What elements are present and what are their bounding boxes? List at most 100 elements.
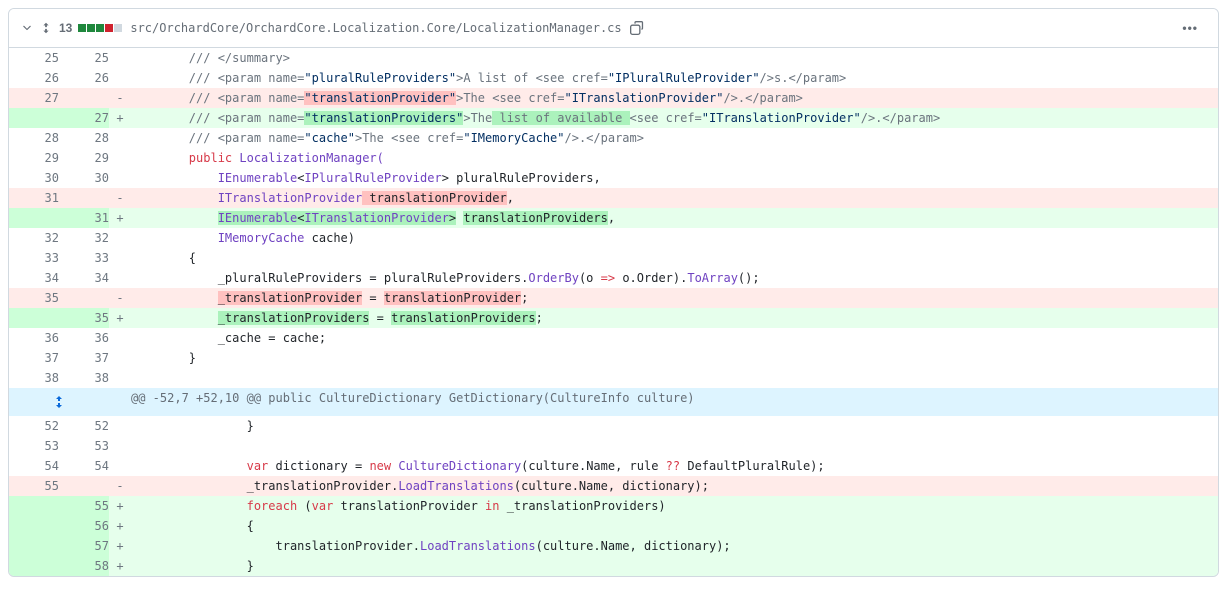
added-line: 31 + IEnumerable<ITranslationProvider> t… xyxy=(9,208,1218,228)
file-header: 13 src/OrchardCore/OrchardCore.Localizat… xyxy=(9,9,1218,48)
old-line-number xyxy=(9,496,59,516)
code-cell: /// <param name="pluralRuleProviders">A … xyxy=(131,68,1218,88)
new-line-number[interactable]: 34 xyxy=(59,268,109,288)
new-line-number[interactable]: 53 xyxy=(59,436,109,456)
new-line-number[interactable]: 27 xyxy=(59,108,109,128)
new-line-number[interactable]: 52 xyxy=(59,416,109,436)
line-marker xyxy=(109,168,131,188)
line-marker xyxy=(109,228,131,248)
hunk-header: @@ -52,7 +52,10 @@ public CultureDiction… xyxy=(9,388,1218,416)
added-line: 57 + translationProvider.LoadTranslation… xyxy=(9,536,1218,556)
old-line-number xyxy=(9,536,59,556)
code-cell: { xyxy=(131,516,1218,536)
context-line: 26 26 /// <param name="pluralRuleProvide… xyxy=(9,68,1218,88)
expand-all-icon[interactable] xyxy=(39,21,53,35)
new-line-number[interactable]: 58 xyxy=(59,556,109,576)
line-marker xyxy=(109,388,131,416)
expand-hunk-button[interactable] xyxy=(9,388,109,416)
code-cell: IMemoryCache cache) xyxy=(131,228,1218,248)
line-marker xyxy=(109,328,131,348)
old-line-number xyxy=(9,108,59,128)
added-bar xyxy=(78,24,86,32)
line-marker: + xyxy=(109,516,131,536)
new-line-number[interactable]: 30 xyxy=(59,168,109,188)
context-line: 34 34 _pluralRuleProviders = pluralRuleP… xyxy=(9,268,1218,288)
context-line: 54 54 var dictionary = new CultureDictio… xyxy=(9,456,1218,476)
expand-icon xyxy=(9,388,109,416)
code-cell: /// <param name="translationProviders">T… xyxy=(131,108,1218,128)
old-line-number[interactable]: 53 xyxy=(9,436,59,456)
context-line: 38 38 xyxy=(9,368,1218,388)
code-cell: var dictionary = new CultureDictionary(c… xyxy=(131,456,1218,476)
line-marker: - xyxy=(109,88,131,108)
new-line-number[interactable]: 38 xyxy=(59,368,109,388)
line-marker xyxy=(109,416,131,436)
neutral-bar xyxy=(114,24,122,32)
new-line-number[interactable]: 33 xyxy=(59,248,109,268)
line-marker: + xyxy=(109,208,131,228)
old-line-number[interactable]: 34 xyxy=(9,268,59,288)
old-line-number[interactable]: 28 xyxy=(9,128,59,148)
new-line-number[interactable]: 54 xyxy=(59,456,109,476)
diff-line-count: 13 xyxy=(59,21,72,35)
new-line-number[interactable]: 32 xyxy=(59,228,109,248)
context-line: 53 53 xyxy=(9,436,1218,456)
old-line-number[interactable]: 31 xyxy=(9,188,59,208)
old-line-number[interactable]: 37 xyxy=(9,348,59,368)
line-marker xyxy=(109,268,131,288)
added-bar xyxy=(96,24,104,32)
new-line-number[interactable]: 36 xyxy=(59,328,109,348)
code-cell: IEnumerable<IPluralRuleProvider> pluralR… xyxy=(131,168,1218,188)
deleted-line: 35 - _translationProvider = translationP… xyxy=(9,288,1218,308)
new-line-number xyxy=(59,88,109,108)
old-line-number[interactable]: 27 xyxy=(9,88,59,108)
new-line-number xyxy=(59,476,109,496)
old-line-number[interactable]: 35 xyxy=(9,288,59,308)
file-menu-icon[interactable]: ••• xyxy=(1174,17,1206,39)
new-line-number[interactable]: 57 xyxy=(59,536,109,556)
old-line-number[interactable]: 38 xyxy=(9,368,59,388)
copy-path-icon[interactable] xyxy=(630,21,644,35)
new-line-number[interactable]: 26 xyxy=(59,68,109,88)
line-marker xyxy=(109,368,131,388)
line-marker xyxy=(109,248,131,268)
new-line-number[interactable]: 28 xyxy=(59,128,109,148)
new-line-number[interactable]: 35 xyxy=(59,308,109,328)
new-line-number[interactable]: 25 xyxy=(59,48,109,68)
old-line-number[interactable]: 25 xyxy=(9,48,59,68)
context-line: 32 32 IMemoryCache cache) xyxy=(9,228,1218,248)
new-line-number[interactable]: 31 xyxy=(59,208,109,228)
old-line-number[interactable]: 29 xyxy=(9,148,59,168)
collapse-toggle-icon[interactable] xyxy=(21,22,33,34)
old-line-number xyxy=(9,516,59,536)
code-cell xyxy=(131,436,1218,456)
code-cell xyxy=(131,368,1218,388)
file-path-link[interactable]: src/OrchardCore/OrchardCore.Localization… xyxy=(130,21,621,35)
context-line: 28 28 /// <param name="cache">The <see c… xyxy=(9,128,1218,148)
new-line-number[interactable]: 56 xyxy=(59,516,109,536)
code-cell: } xyxy=(131,348,1218,368)
code-cell: } xyxy=(131,416,1218,436)
context-line: 29 29 public LocalizationManager( xyxy=(9,148,1218,168)
old-line-number[interactable]: 30 xyxy=(9,168,59,188)
removed-bar xyxy=(105,24,113,32)
old-line-number[interactable]: 54 xyxy=(9,456,59,476)
line-marker: + xyxy=(109,108,131,128)
old-line-number[interactable]: 52 xyxy=(9,416,59,436)
old-line-number[interactable]: 32 xyxy=(9,228,59,248)
new-line-number[interactable]: 55 xyxy=(59,496,109,516)
old-line-number[interactable]: 33 xyxy=(9,248,59,268)
code-cell: IEnumerable<ITranslationProvider> transl… xyxy=(131,208,1218,228)
context-line: 25 25 /// </summary> xyxy=(9,48,1218,68)
hunk-text: @@ -52,7 +52,10 @@ public CultureDiction… xyxy=(131,388,1218,416)
code-cell: /// <param name="translationProvider">Th… xyxy=(131,88,1218,108)
code-cell: foreach (var translationProvider in _tra… xyxy=(131,496,1218,516)
old-line-number[interactable]: 55 xyxy=(9,476,59,496)
old-line-number[interactable]: 36 xyxy=(9,328,59,348)
old-line-number[interactable]: 26 xyxy=(9,68,59,88)
new-line-number[interactable]: 37 xyxy=(59,348,109,368)
context-line: 30 30 IEnumerable<IPluralRuleProvider> p… xyxy=(9,168,1218,188)
new-line-number xyxy=(59,188,109,208)
context-line: 37 37 } xyxy=(9,348,1218,368)
new-line-number[interactable]: 29 xyxy=(59,148,109,168)
